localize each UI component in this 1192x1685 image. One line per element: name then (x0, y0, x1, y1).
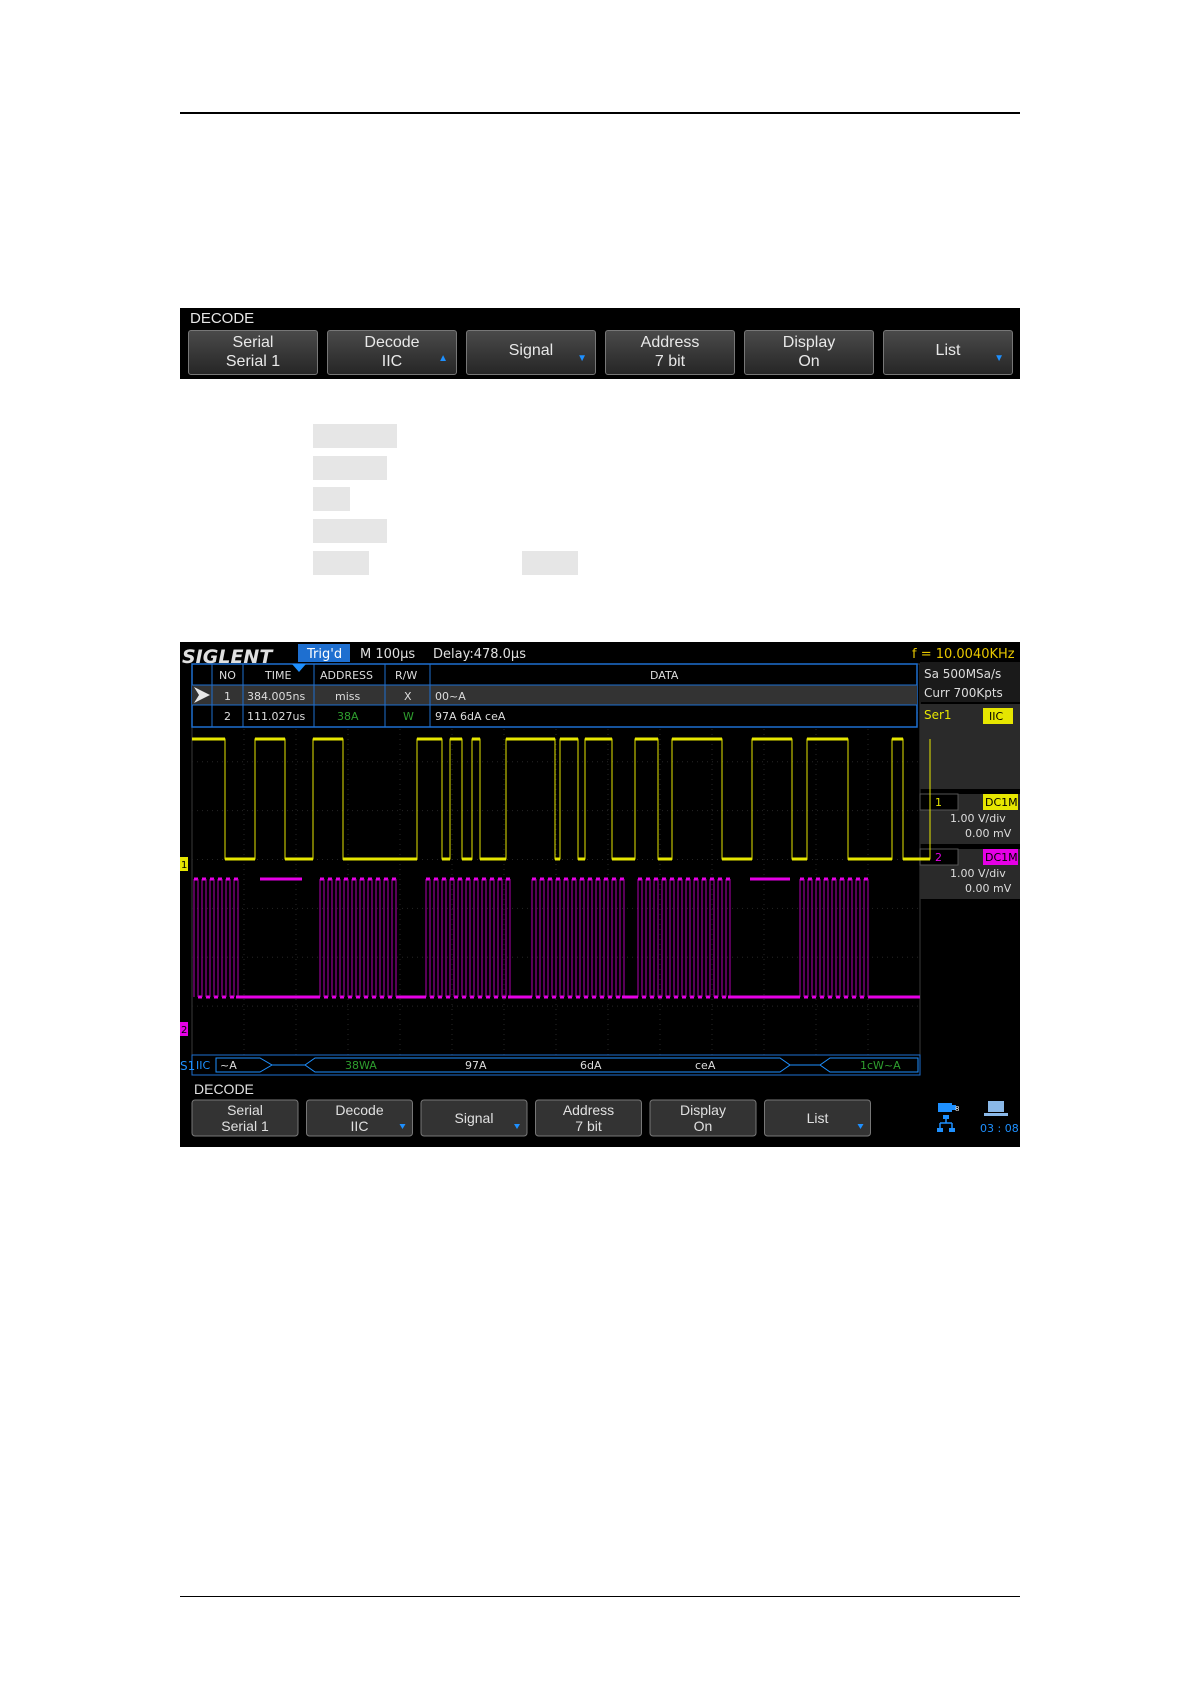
scope-softkey-value: On (694, 1118, 713, 1134)
list-softkey-label: List (935, 342, 961, 359)
row1-address: miss (335, 690, 361, 703)
menu-key-highlight-6 (522, 551, 578, 575)
scope-softkey-3[interactable]: Signal (420, 1099, 528, 1137)
scope-softkey-label: Signal (455, 1110, 494, 1126)
scope-softkey-2[interactable]: DecodeIIC (306, 1099, 413, 1137)
decode-softkey-value: IIC (381, 353, 403, 370)
decode-menu-bar: DECODE Serial Serial 1 Decode IIC ▲ Sign… (180, 308, 1020, 379)
rotate-knob-icon: ▲ (438, 353, 448, 364)
decode-list-table: NO TIME ADDRESS R/W DATA 1 384.005ns mis… (191, 663, 918, 728)
protocol-badge: IIC (989, 710, 1003, 723)
timebase: M 100μs (360, 647, 415, 662)
bus-marker: S1 (180, 1059, 195, 1073)
scope-softkey-value: IIC (351, 1118, 369, 1134)
trigger-delay: Delay:478.0μs (433, 647, 526, 662)
menu-key-highlight-5 (313, 551, 369, 575)
ch1-number: 1 (935, 796, 942, 809)
scope-softkey-value: 7 bit (575, 1118, 602, 1134)
clock-readout: 03 : 08 (980, 1122, 1019, 1135)
header-data: DATA (650, 669, 679, 682)
signal-softkey[interactable]: Signal ▼ (466, 330, 596, 375)
svg-text:8: 8 (955, 1105, 959, 1113)
decode-softkey[interactable]: Decode IIC ▲ (327, 330, 457, 375)
submenu-arrow-icon: ▼ (994, 353, 1004, 364)
list-softkey[interactable]: List ▼ (883, 330, 1013, 375)
header-rw: R/W (395, 669, 417, 682)
row1-time: 384.005ns (247, 690, 305, 703)
header-time: TIME (264, 669, 291, 682)
bus-segment-5: ceA (695, 1059, 716, 1072)
bus-segment-4: 6dA (580, 1059, 602, 1072)
scope-menu-title: DECODE (194, 1081, 254, 1097)
network-icon (939, 1118, 953, 1128)
ch1-offset: 0.00 mV (965, 827, 1012, 840)
bus-segment-1: ~A (220, 1059, 237, 1072)
row1-data: 00~A (435, 690, 466, 703)
address-softkey-value: 7 bit (654, 353, 686, 370)
address-softkey-label: Address (640, 334, 700, 351)
bus-segment-6: 1cW~A (860, 1059, 901, 1072)
bus-protocol: IIC (196, 1059, 210, 1072)
scope-softkey-label: Address (563, 1102, 614, 1118)
row2-no: 2 (224, 710, 231, 723)
header-address: ADDRESS (320, 669, 373, 682)
ch2-waveform (193, 877, 920, 999)
ch2-coupling: DC1M (985, 851, 1018, 864)
menu-key-highlight-2 (313, 456, 387, 480)
menu-key-highlight-4 (313, 519, 387, 543)
info-panel: Sa 500MSa/s Curr 700Kpts Ser1 IIC 1 DC1M… (919, 662, 1020, 899)
oscilloscope-screen: SIGLENT Trig'd M 100μs Delay:478.0μs f =… (180, 642, 1020, 1147)
scope-softkey-5[interactable]: DisplayOn (649, 1099, 757, 1137)
signal-softkey-label: Signal (508, 342, 554, 359)
ch2-scale: 1.00 V/div (950, 867, 1006, 880)
ch2-offset: 0.00 mV (965, 882, 1012, 895)
footer-rule (180, 1596, 1020, 1597)
ch2-number: 2 (935, 851, 942, 864)
serial-softkey-label: Serial (232, 334, 274, 351)
bus-decode-line: S1 IIC ~A 38WA 97A 6dA ceA 1cW~A (180, 1054, 921, 1076)
row1-rw: X (404, 690, 412, 703)
row2-data: 97A 6dA ceA (435, 710, 506, 723)
serial-label: Ser1 (924, 708, 952, 722)
header-no: NO (219, 669, 236, 682)
menu-title: DECODE (190, 310, 255, 327)
serial-softkey-value: Serial 1 (225, 353, 281, 370)
decode-softkey-label: Decode (364, 334, 420, 351)
scope-softkey-label: Serial (227, 1102, 263, 1118)
ch1-marker: 1 (181, 860, 187, 871)
display-softkey[interactable]: Display On (744, 330, 874, 375)
bus-segment-2: 38WA (345, 1059, 377, 1072)
display-softkey-value: On (798, 353, 820, 370)
scope-softkey-label: Decode (335, 1102, 383, 1118)
sample-rate: Sa 500MSa/s (924, 667, 1001, 681)
menu-key-highlight-1 (313, 424, 397, 448)
status-icons: 8 03 : 08 (937, 1101, 1019, 1135)
ch1-scale: 1.00 V/div (950, 812, 1006, 825)
row2-time: 111.027us (247, 710, 305, 723)
scope-softkey-4[interactable]: Address7 bit (535, 1099, 642, 1137)
scope-softkey-1[interactable]: SerialSerial 1 (191, 1099, 299, 1137)
display-softkey-label: Display (782, 334, 836, 351)
ch1-coupling: DC1M (985, 796, 1018, 809)
row2-rw: W (403, 710, 414, 723)
bus-segment-3: 97A (465, 1059, 487, 1072)
scope-softkey-label: List (807, 1110, 829, 1126)
scope-softkey-6[interactable]: List (764, 1099, 871, 1137)
menu-key-highlight-3 (313, 487, 350, 511)
memory-depth: Curr 700Kpts (924, 686, 1003, 700)
submenu-arrow-icon: ▼ (577, 353, 587, 364)
row2-address: 38A (337, 710, 359, 723)
scope-softkey-value: Serial 1 (221, 1118, 269, 1134)
row1-no: 1 (224, 690, 231, 703)
address-softkey[interactable]: Address 7 bit (605, 330, 735, 375)
frequency-readout: f = 10.0040KHz (912, 647, 1015, 662)
ch1-waveform (192, 737, 931, 861)
ch2-marker: 2 (181, 1025, 187, 1036)
header-rule (180, 112, 1020, 114)
trigger-status: Trig'd (306, 647, 342, 662)
scope-softkey-label: Display (680, 1102, 726, 1118)
serial-softkey[interactable]: Serial Serial 1 (188, 330, 318, 375)
